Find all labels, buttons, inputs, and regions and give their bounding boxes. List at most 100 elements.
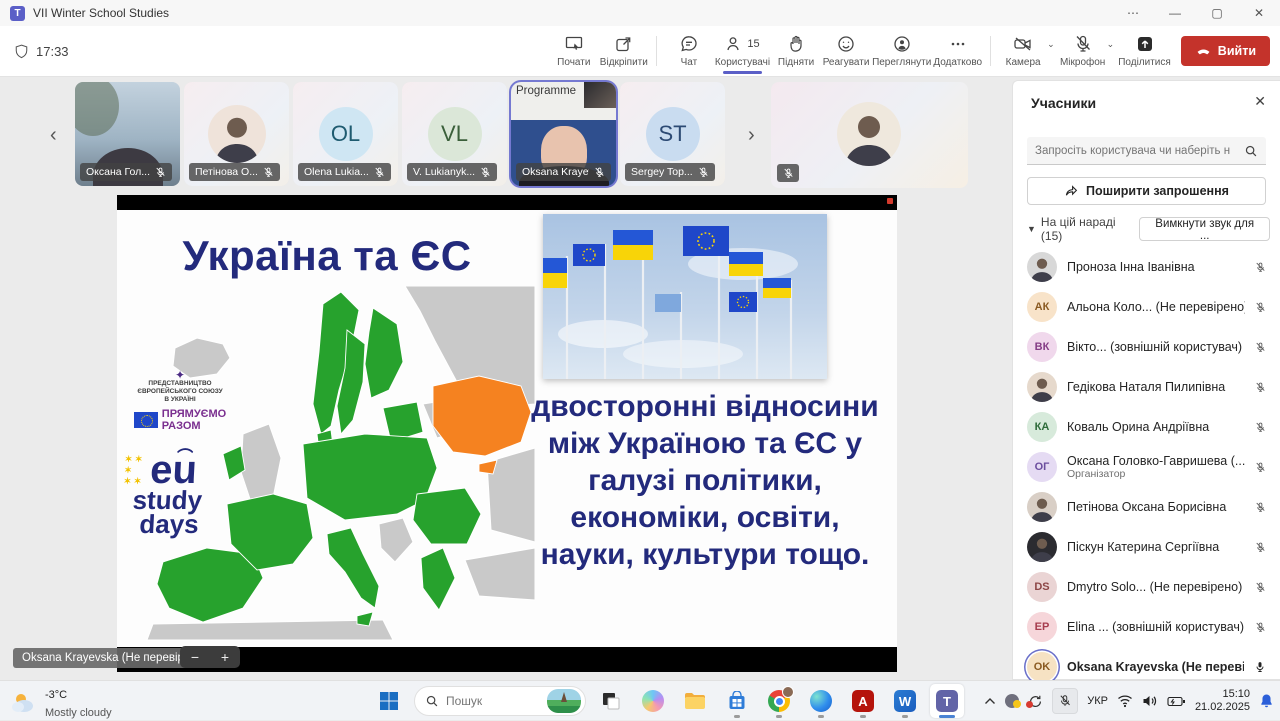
camera-options-chevron[interactable]: ⌄ [1047, 39, 1055, 50]
avatar [837, 102, 901, 166]
taskbar-clock[interactable]: 15:10 21.02.2025 [1195, 688, 1250, 714]
avatar: OK [1027, 652, 1057, 682]
participant-row[interactable]: Гедікова Наталя Пилипівна [1023, 367, 1274, 407]
search-highlight-image[interactable] [547, 689, 581, 713]
avatar [1027, 532, 1057, 562]
people-button[interactable]: 15 Користувачі [715, 27, 770, 75]
acrobat-icon[interactable]: A [846, 684, 880, 718]
zoom-in-button[interactable]: + [210, 649, 240, 665]
section-collapse-icon[interactable]: ▼ [1027, 224, 1036, 234]
mic-status-icon[interactable] [1254, 661, 1266, 673]
mic-status-icon[interactable] [1255, 262, 1266, 273]
share-invite-button[interactable]: Поширити запрошення [1027, 177, 1266, 205]
tile-name-label: Петінова О... [189, 163, 280, 181]
volume-icon[interactable] [1142, 694, 1158, 708]
filmstrip-scroll-left-icon[interactable]: ‹ [50, 124, 57, 147]
tile-name-label: Оксана Гол... [80, 163, 172, 181]
language-indicator[interactable]: УКР [1087, 695, 1108, 707]
panel-close-icon[interactable]: ✕ [1254, 93, 1266, 110]
mic-off-icon [777, 164, 799, 182]
windows-start-button[interactable] [372, 684, 406, 718]
participant-row[interactable]: DS Dmytro Solo... (Не перевірено) [1023, 567, 1274, 607]
mic-status-icon[interactable] [1255, 382, 1266, 393]
mic-status-icon[interactable] [1255, 342, 1266, 353]
window-close-button[interactable]: ✕ [1238, 0, 1280, 26]
mic-status-icon[interactable] [1255, 422, 1266, 433]
edge-icon[interactable] [804, 684, 838, 718]
avatar: КА [1027, 412, 1057, 442]
video-tile[interactable]: ST Sergey Top... [620, 82, 725, 186]
microsoft-store-icon[interactable] [720, 684, 754, 718]
shared-screen-stage: Україна та ЄС [0, 195, 1012, 672]
participant-row[interactable]: EP Elina ... (зовнішній користувач) [1023, 607, 1274, 647]
participant-name: Elina ... (зовнішній користувач) [1067, 620, 1245, 634]
pinned-video-tile[interactable] [771, 82, 968, 188]
record-dot [887, 198, 893, 204]
teams-icon[interactable]: T [930, 684, 964, 718]
react-button[interactable]: Реагувати [822, 27, 870, 75]
mic-status-icon[interactable] [1255, 302, 1266, 313]
tray-status-icon[interactable] [1005, 694, 1019, 708]
mic-button[interactable]: Мікрофон [1059, 27, 1107, 75]
camera-button[interactable]: Камера [999, 27, 1047, 75]
mic-status-icon[interactable] [1255, 502, 1266, 513]
video-tile[interactable]: VL V. Lukianyk... [402, 82, 507, 186]
taskbar-search-input[interactable] [446, 694, 540, 708]
participant-search[interactable] [1027, 137, 1266, 165]
video-tile[interactable]: Оксана Гол... [75, 82, 180, 186]
view-button[interactable]: Переглянути [872, 27, 931, 75]
window-minimize-button[interactable]: — [1154, 0, 1196, 26]
mic-status-icon[interactable] [1255, 462, 1266, 473]
tray-sync-icon[interactable] [1028, 694, 1043, 709]
taskbar-search[interactable] [414, 686, 586, 716]
participant-row[interactable]: ВК Вікто... (зовнішній користувач) [1023, 327, 1274, 367]
copilot-icon[interactable] [636, 684, 670, 718]
unpin-button[interactable]: Відкріпити [600, 27, 648, 75]
search-icon [425, 694, 439, 708]
avatar: EP [1027, 612, 1057, 642]
mic-status-icon[interactable] [1255, 622, 1266, 633]
window-more-button[interactable]: ⋯ [1112, 0, 1154, 26]
tray-expand-icon[interactable] [984, 697, 996, 705]
eu-flag-icon [134, 412, 158, 428]
mute-all-button[interactable]: Вимкнути звук для ... [1139, 217, 1270, 241]
chat-button[interactable]: Чат [665, 27, 713, 75]
participant-name: Петінова Оксана Борисівна [1067, 500, 1245, 514]
participant-row[interactable]: Проноза Інна Іванівна [1023, 247, 1274, 287]
video-tile[interactable]: Петінова О... [184, 82, 289, 186]
more-button[interactable]: Додатково [933, 27, 982, 75]
participant-row[interactable]: ОГ Оксана Головко-Гавришева (... Організ… [1023, 447, 1274, 487]
chrome-icon[interactable] [762, 684, 796, 718]
eu-representation-logo: ✦ ПРЕДСТАВНИЦТВО ЄВРОПЕЙСЬКОГО СОЮЗУ В У… [121, 370, 239, 432]
mic-status-icon[interactable] [1255, 582, 1266, 593]
task-view-button[interactable] [594, 684, 628, 718]
participant-row[interactable]: АК Альона Коло... (Не перевірено) [1023, 287, 1274, 327]
video-tile[interactable]: Programme Oksana Krayevs... [511, 82, 616, 186]
start-presenting-button[interactable]: Почати [550, 27, 598, 75]
participant-row[interactable]: Піскун Катерина Сергіївна [1023, 527, 1274, 567]
notifications-bell-icon[interactable] [1259, 693, 1274, 709]
people-count-badge: 15 [747, 38, 759, 50]
raise-hand-button[interactable]: Підняти [772, 27, 820, 75]
tray-mic-muted-icon[interactable] [1052, 688, 1078, 714]
battery-icon[interactable] [1167, 696, 1186, 707]
filmstrip-scroll-right-icon[interactable]: › [748, 124, 755, 147]
participant-list: Проноза Інна Іванівна АК Альона Коло... … [1023, 247, 1274, 687]
file-explorer-icon[interactable] [678, 684, 712, 718]
in-meeting-section-label[interactable]: На цій нараді (15) [1041, 215, 1139, 243]
wifi-icon[interactable] [1117, 694, 1133, 708]
zoom-out-button[interactable]: − [180, 649, 210, 665]
window-maximize-button[interactable]: ▢ [1196, 0, 1238, 26]
share-button[interactable]: Поділитися [1118, 27, 1171, 75]
participant-row[interactable]: КА Коваль Орина Андріївна [1023, 407, 1274, 447]
mic-options-chevron[interactable]: ⌄ [1107, 39, 1115, 50]
leave-button[interactable]: Вийти [1181, 36, 1270, 66]
weather-widget[interactable]: -3°CMostly cloudy [10, 685, 112, 721]
video-tile[interactable]: OL Olena Lukia... [293, 82, 398, 186]
word-icon[interactable]: W [888, 684, 922, 718]
mic-status-icon[interactable] [1255, 542, 1266, 553]
avatar: DS [1027, 572, 1057, 602]
participant-name: Коваль Орина Андріївна [1067, 420, 1245, 434]
participant-row[interactable]: Петінова Оксана Борисівна [1023, 487, 1274, 527]
participant-search-input[interactable] [1035, 145, 1244, 157]
